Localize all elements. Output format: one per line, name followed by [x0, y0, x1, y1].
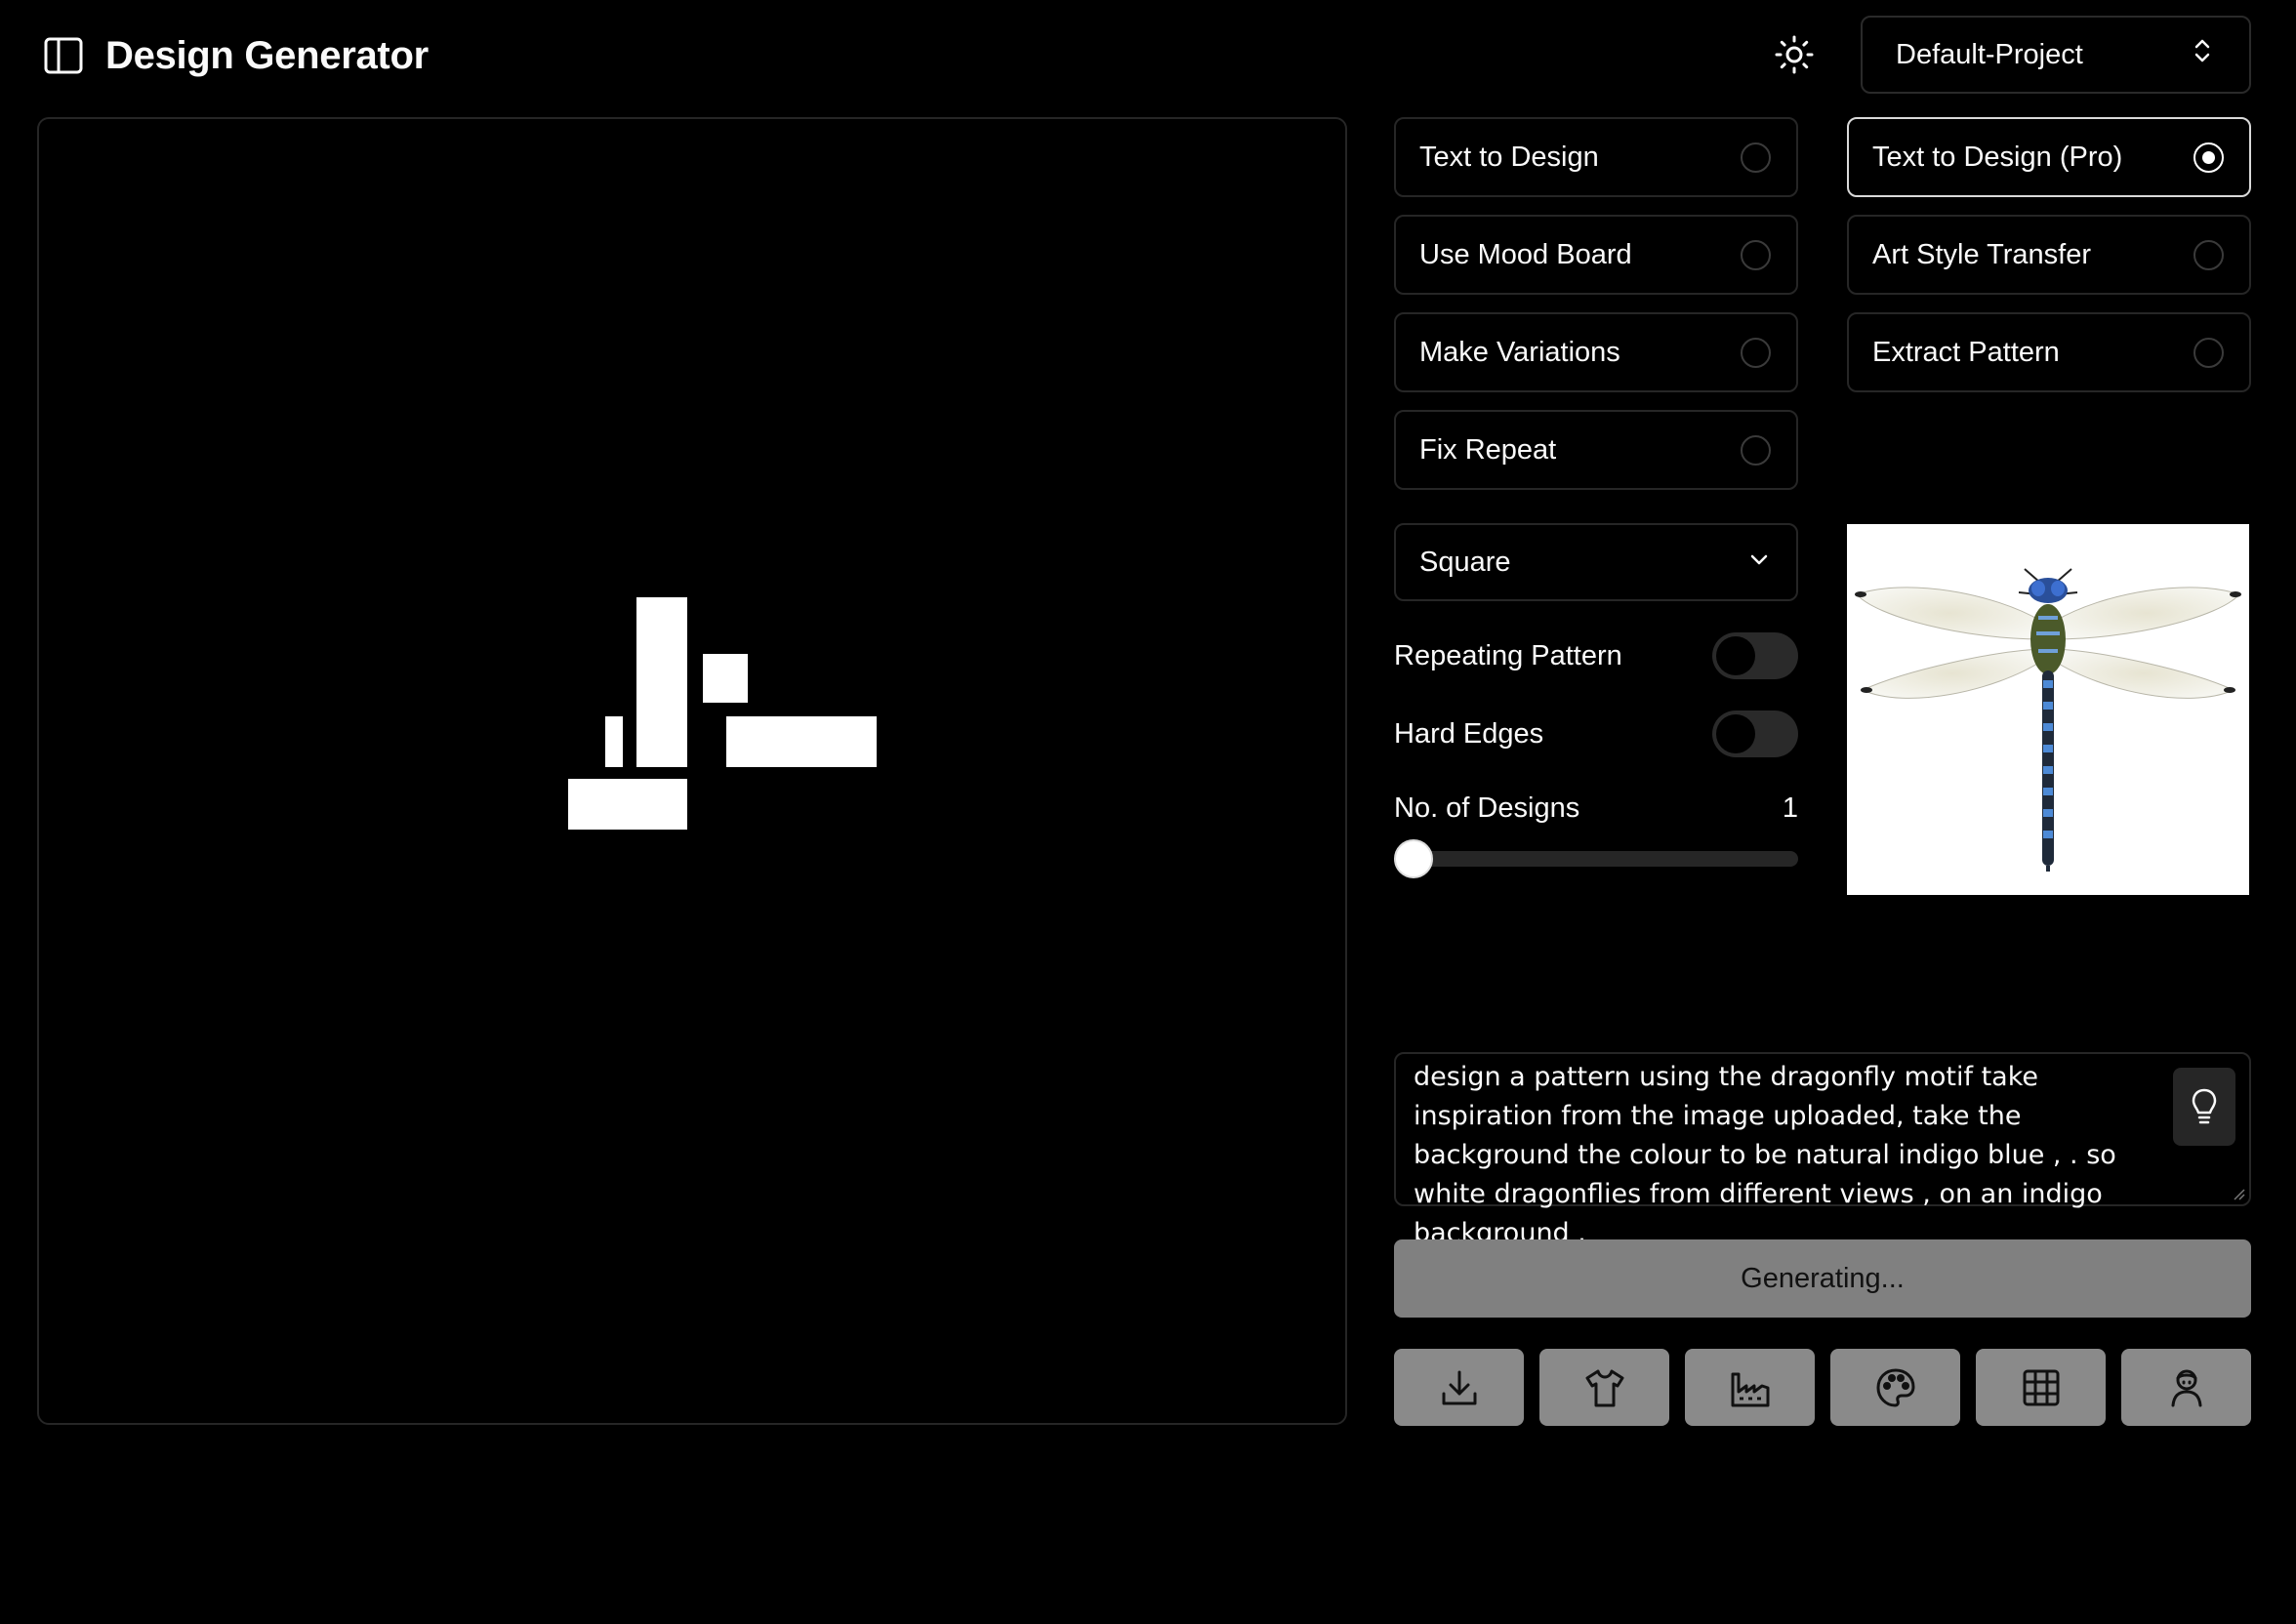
loader-block: [726, 716, 877, 767]
mode-radio[interactable]: [1741, 239, 1771, 270]
mode-radio[interactable]: [1741, 434, 1771, 466]
palette-icon: [1875, 1367, 1915, 1407]
project-select-value: Default-Project: [1896, 38, 2083, 70]
mode-label: Use Mood Board: [1419, 238, 1632, 270]
design-canvas: [37, 117, 1347, 1425]
mode-make-variations[interactable]: Make Variations: [1394, 312, 1798, 392]
mode-label: Text to Design (Pro): [1872, 141, 2123, 173]
loader-block: [636, 597, 687, 767]
mode-label: Extract Pattern: [1872, 336, 2060, 368]
mode-radio[interactable]: [2194, 337, 2224, 368]
switch-knob: [1716, 636, 1755, 675]
project-select[interactable]: Default-Project: [1861, 16, 2251, 94]
production-button[interactable]: [1685, 1349, 1815, 1426]
designs-count-value: 1: [1782, 792, 1798, 824]
download-icon: [1442, 1370, 1476, 1404]
repeating-pattern-label: Repeating Pattern: [1394, 639, 1622, 671]
model-mockup-button[interactable]: [2121, 1349, 2251, 1426]
mode-radio[interactable]: [1741, 337, 1771, 368]
generate-button[interactable]: Generating...: [1394, 1239, 2251, 1318]
designs-count-slider[interactable]: [1394, 839, 1798, 878]
tshirt-icon: [1585, 1369, 1623, 1406]
color-palette-button[interactable]: [1830, 1349, 1960, 1426]
resize-handle-icon[interactable]: [2231, 1186, 2246, 1201]
hard-edges-label: Hard Edges: [1394, 717, 1544, 750]
app-title: Design Generator: [105, 33, 429, 77]
repeating-pattern-row: Repeating Pattern: [1394, 632, 1798, 679]
chevrons-up-down-icon: [2191, 36, 2214, 73]
repeating-pattern-switch[interactable]: [1712, 632, 1798, 679]
dragonfly-illustration: [1855, 568, 2241, 872]
lightbulb-icon[interactable]: [2173, 1068, 2235, 1146]
mode-use-mood-board[interactable]: Use Mood Board: [1394, 215, 1798, 295]
mode-label: Art Style Transfer: [1872, 238, 2092, 270]
mode-label: Text to Design: [1419, 141, 1599, 173]
mode-art-style-transfer[interactable]: Art Style Transfer: [1847, 215, 2251, 295]
factory-icon: [1731, 1372, 1769, 1406]
mode-fix-repeat[interactable]: Fix Repeat: [1394, 410, 1798, 490]
aspect-ratio-value: Square: [1419, 546, 1511, 578]
designs-count-row: No. of Designs 1: [1394, 792, 1798, 825]
mode-radio[interactable]: [2194, 239, 2224, 270]
reference-image-dragonfly: [1847, 524, 2249, 895]
grid-icon: [2023, 1369, 2059, 1405]
aspect-ratio-select[interactable]: Square: [1394, 523, 1798, 601]
generate-button-label: Generating...: [1741, 1262, 1905, 1294]
header-brand: Design Generator: [43, 23, 429, 88]
avatar-icon: [2171, 1369, 2201, 1406]
radio-selected-dot: [2202, 150, 2215, 164]
mode-text-to-design-pro[interactable]: Text to Design (Pro): [1847, 117, 2251, 197]
prompt-text[interactable]: design a pattern using the dragonfly mot…: [1414, 1058, 2116, 1253]
loader-block: [605, 716, 623, 767]
mode-radio[interactable]: [1741, 142, 1771, 173]
loader-block: [568, 779, 687, 830]
sidebar-toggle-icon[interactable]: [43, 35, 84, 76]
download-button[interactable]: [1394, 1349, 1524, 1426]
prompt-textarea[interactable]: design a pattern using the dragonfly mot…: [1394, 1052, 2251, 1248]
hard-edges-switch[interactable]: [1712, 710, 1798, 757]
switch-knob: [1716, 714, 1755, 753]
designs-count-label: No. of Designs: [1394, 792, 1580, 824]
mode-label: Fix Repeat: [1419, 433, 1557, 466]
repeat-grid-button[interactable]: [1976, 1349, 2106, 1426]
mode-label: Make Variations: [1419, 336, 1620, 368]
loader-block: [703, 654, 748, 703]
loading-indicator: [39, 119, 1345, 1423]
chevron-down-icon: [1747, 547, 1771, 579]
apparel-mockup-button[interactable]: [1539, 1349, 1669, 1426]
sun-icon[interactable]: [1771, 31, 1818, 78]
slider-thumb[interactable]: [1394, 839, 1433, 878]
mode-extract-pattern[interactable]: Extract Pattern: [1847, 312, 2251, 392]
hard-edges-row: Hard Edges: [1394, 710, 1798, 757]
mode-text-to-design[interactable]: Text to Design: [1394, 117, 1798, 197]
mode-radio[interactable]: [2194, 142, 2224, 173]
